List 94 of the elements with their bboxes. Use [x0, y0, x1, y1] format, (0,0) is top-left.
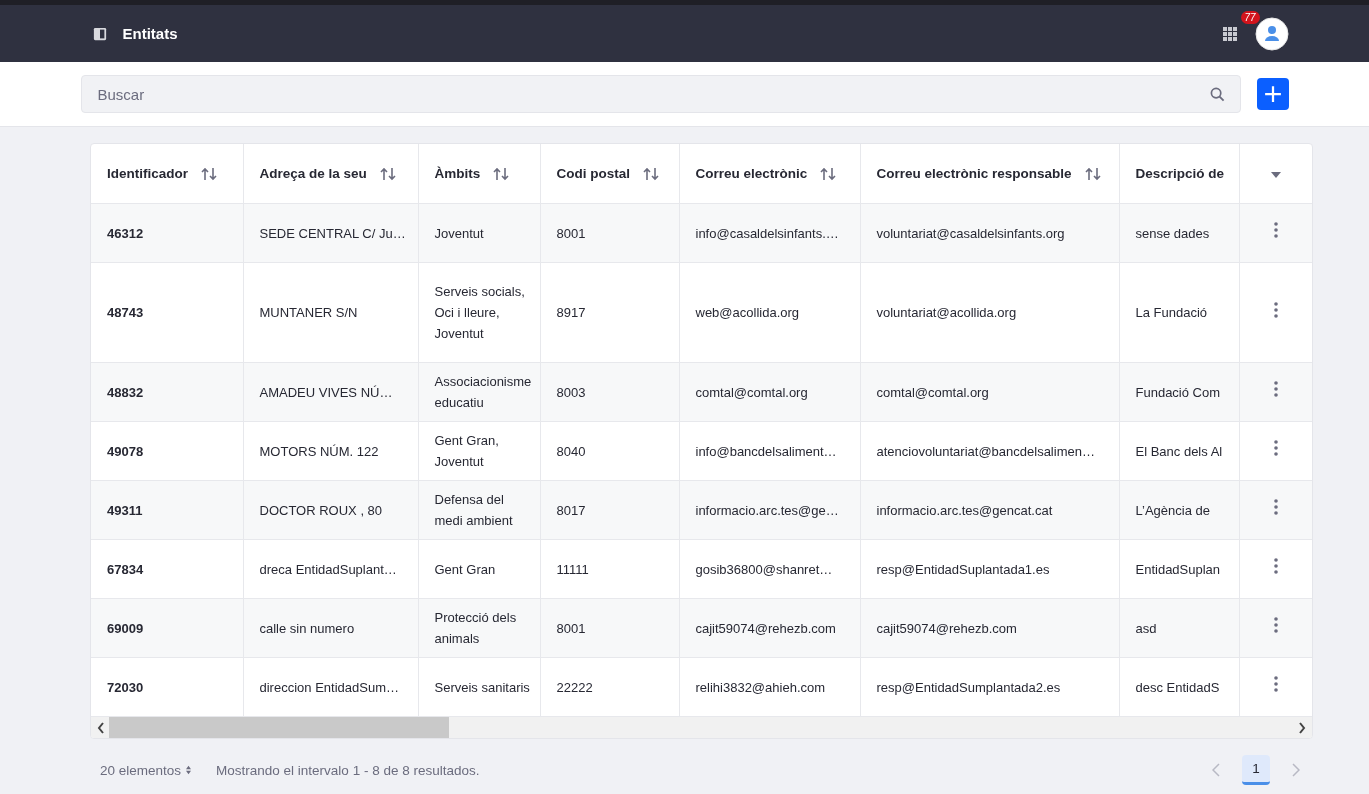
table-cell: web@acollida.org	[695, 305, 800, 320]
kebab-menu-icon[interactable]	[1273, 499, 1278, 515]
table-cell: 8001	[556, 620, 586, 636]
table-cell: cajit59074@rehezb.com	[876, 620, 1017, 636]
table-cell: dreca EntidadSuplant…	[259, 561, 397, 577]
sort-icon[interactable]	[819, 166, 838, 181]
table-cell: 48743	[107, 305, 144, 320]
column-header: Codi postal	[556, 166, 630, 181]
table-cell: 8003	[556, 384, 586, 400]
table-cell: resp@EntidadSuplantada1.es	[876, 561, 1050, 577]
table-cell: MOTORS NÚM. 122	[259, 443, 379, 459]
chevron-right-icon[interactable]	[1298, 721, 1306, 734]
plus-icon	[1263, 85, 1282, 103]
search-icon	[1209, 87, 1225, 102]
table-cell: 49078	[107, 443, 144, 459]
sort-icon[interactable]	[200, 166, 218, 181]
table-cell: 49311	[107, 502, 143, 518]
table-cell: Associacionisme educatiu	[434, 374, 532, 410]
table-cell: 48832	[107, 384, 144, 400]
table-cell: info@casaldelsinfants.…	[695, 225, 839, 241]
column-header: Àmbits	[434, 166, 481, 181]
table-cell: resp@EntidadSumplantada2.es	[876, 679, 1061, 695]
table-cell: La Fundació	[1135, 305, 1208, 320]
horizontal-scrollbar[interactable]	[91, 716, 1312, 738]
table-cell: SEDE CENTRAL C/ Ju…	[259, 225, 406, 241]
table-cell: Defensa del medi ambient	[434, 492, 513, 528]
up-down-caret-icon	[185, 765, 193, 775]
notification-badge: 77	[1240, 10, 1260, 24]
sort-icon[interactable]	[1083, 166, 1102, 181]
sort-icon[interactable]	[378, 166, 397, 181]
table-cell: gosib36800@shanret…	[695, 561, 833, 577]
search-field[interactable]: Buscar	[80, 75, 1241, 113]
table-cell: EntidadSuplan	[1135, 561, 1221, 577]
table-cell: desc EntidadS	[1135, 679, 1220, 695]
table-cell: Fundació Com	[1135, 384, 1221, 400]
column-header: Correu electrònic responsable	[876, 166, 1072, 181]
kebab-menu-icon[interactable]	[1273, 558, 1278, 574]
page-title: Entitats	[122, 25, 178, 42]
table-cell: MUNTANER S/N	[259, 305, 358, 320]
kebab-menu-icon[interactable]	[1273, 381, 1278, 397]
sort-icon[interactable]	[492, 166, 511, 181]
sort-icon[interactable]	[642, 166, 660, 181]
table-cell: 46312	[107, 225, 144, 241]
table-cell: sense dades	[1135, 225, 1210, 241]
table-cell: 67834	[107, 561, 144, 577]
table-cell: 8001	[556, 225, 586, 241]
table-cell: DOCTOR ROUX , 80	[259, 502, 383, 518]
table-cell: 8917	[556, 305, 586, 320]
sidebar-toggle-icon[interactable]	[92, 26, 107, 41]
table-cell: Gent Gran, Joventut	[434, 433, 499, 469]
add-button[interactable]	[1256, 78, 1289, 110]
table-cell: 8040	[556, 443, 586, 459]
kebab-menu-icon[interactable]	[1273, 440, 1278, 456]
results-summary: Mostrando el intervalo 1 - 8 de 8 resultados.	[216, 762, 480, 778]
table-cell: informacio.arc.tes@gencat.cat	[876, 502, 1053, 518]
column-header: Descripció de	[1135, 166, 1225, 181]
table-cell: Joventut	[434, 225, 484, 241]
table-cell: 69009	[107, 620, 144, 636]
table-cell: atenciovoluntariat@bancdelsalimen…	[876, 443, 1095, 459]
user-avatar-icon[interactable]	[1254, 16, 1289, 51]
table-cell: cajit59074@rehezb.com	[695, 620, 836, 636]
table-cell: Protecció dels animals	[434, 610, 517, 646]
caret-down-icon[interactable]	[1270, 172, 1281, 178]
apps-grid-icon[interactable]	[1222, 26, 1237, 41]
table-cell: AMADEU VIVES NÚ…	[259, 384, 393, 400]
table-cell: relihi3832@ahieh.com	[695, 679, 826, 695]
kebab-menu-icon[interactable]	[1273, 301, 1278, 318]
table-cell: voluntariat@casaldelsinfants.org	[876, 225, 1065, 241]
table-cell: asd	[1135, 620, 1157, 636]
page-button[interactable]: 1	[1242, 755, 1270, 785]
table-cell: comtal@comtal.org	[876, 384, 989, 400]
page-size-selector[interactable]: 20 elementos	[100, 762, 193, 778]
table-cell: 72030	[107, 679, 144, 695]
kebab-menu-icon[interactable]	[1273, 617, 1278, 633]
table-cell: 8017	[556, 502, 586, 518]
table-cell: info@bancdelsaliment…	[695, 443, 837, 459]
chevron-left-icon[interactable]	[97, 721, 105, 734]
table-cell: calle sin numero	[259, 620, 355, 636]
column-header: Identificador	[107, 166, 188, 181]
table-cell: Serveis socials, Oci i lleure, Joventut	[434, 284, 525, 341]
table-cell: Gent Gran	[434, 561, 496, 577]
table-cell: El Banc dels Al	[1135, 443, 1223, 459]
column-header: Correu electrònic	[695, 166, 808, 181]
table-cell: voluntariat@acollida.org	[876, 305, 1017, 320]
kebab-menu-icon[interactable]	[1273, 676, 1278, 692]
column-header: Adreça de la seu	[259, 166, 367, 181]
table-cell: direccion EntidadSum…	[259, 679, 399, 695]
table-cell: 22222	[556, 679, 593, 695]
table-cell: Serveis sanitaris	[434, 679, 530, 695]
kebab-menu-icon[interactable]	[1273, 222, 1278, 238]
table-cell: informacio.arc.tes@ge…	[695, 502, 839, 518]
table-cell: 11111	[556, 561, 589, 577]
table-cell: comtal@comtal.org	[695, 384, 808, 400]
table-cell: L’Agència de	[1135, 502, 1210, 518]
